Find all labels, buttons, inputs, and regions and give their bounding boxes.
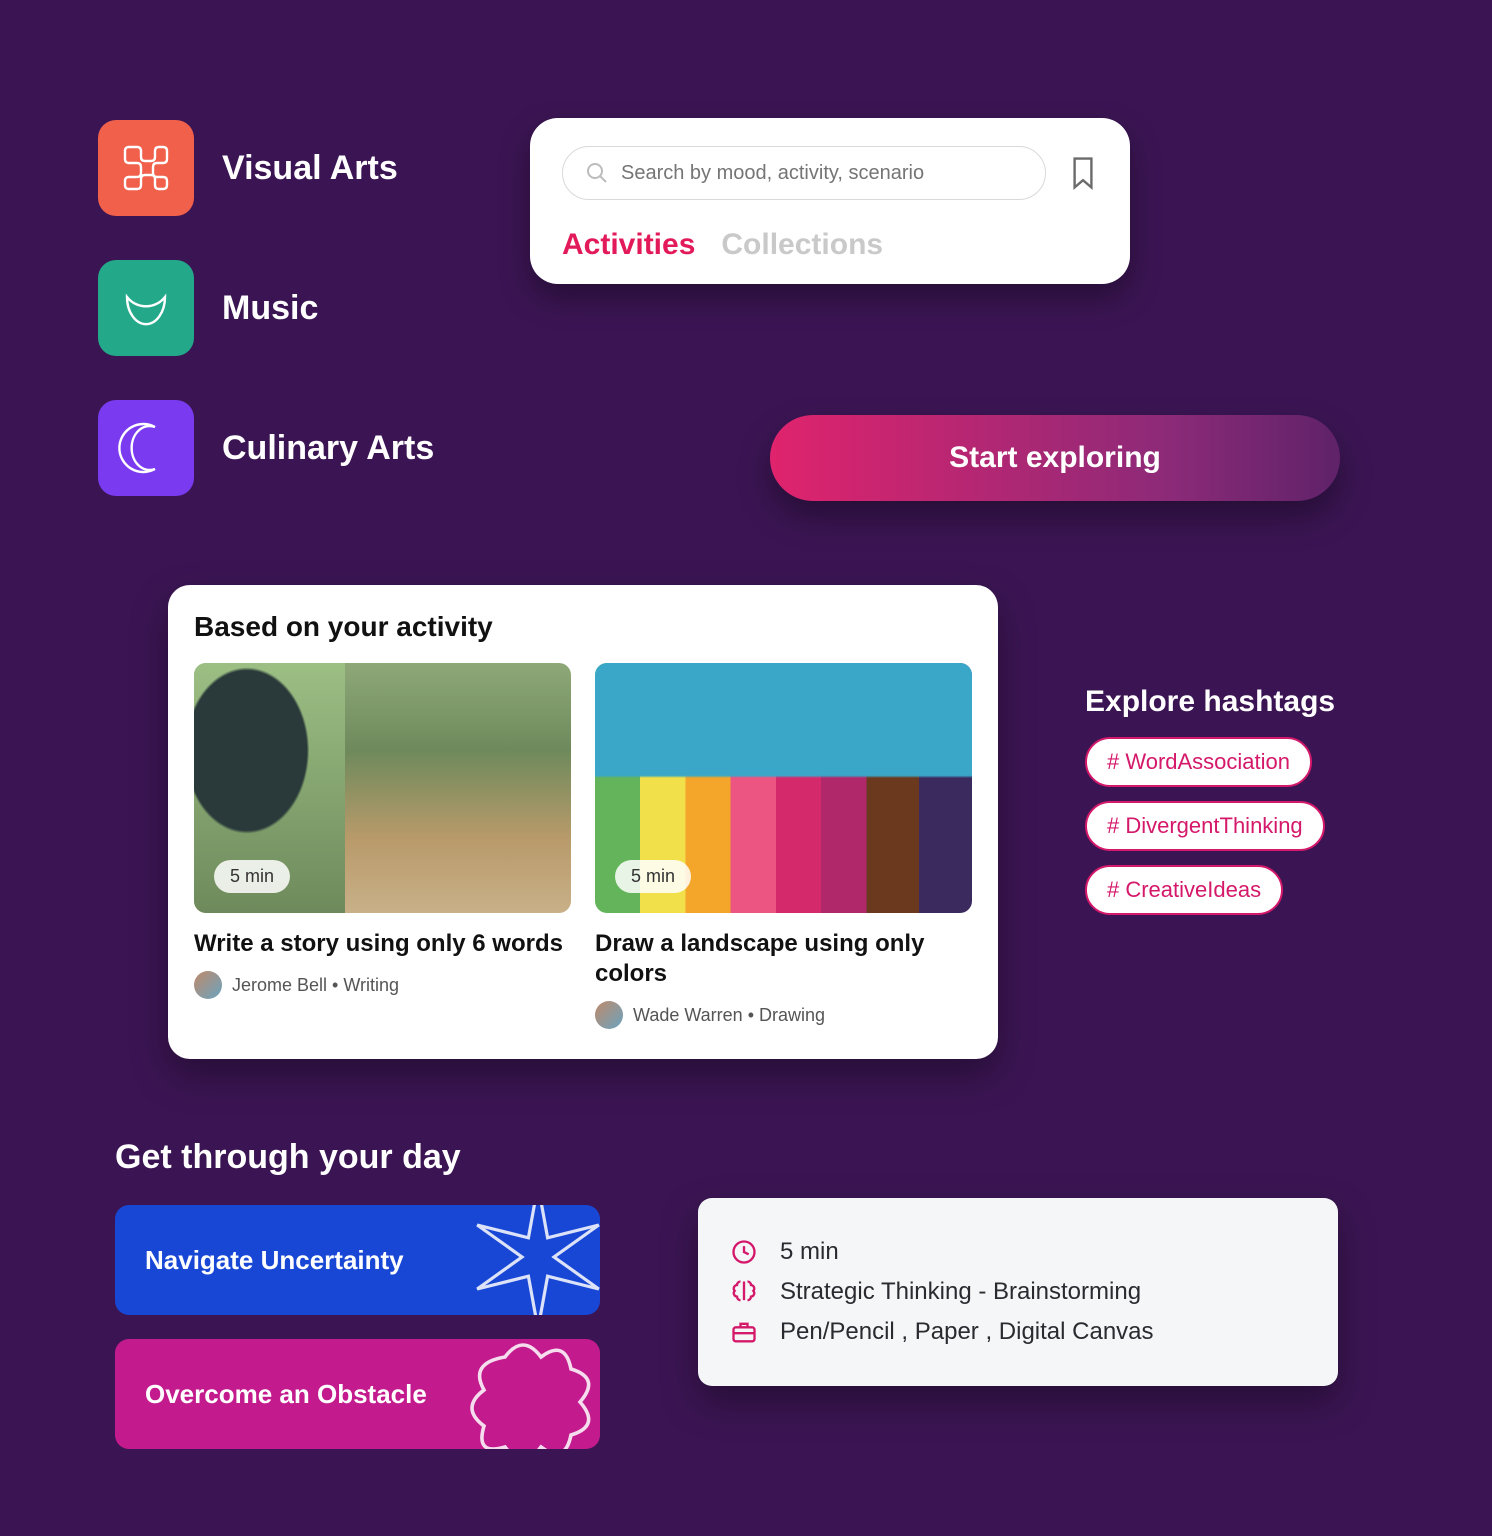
activity-author: Wade Warren • Drawing xyxy=(595,1001,972,1029)
category-culinary[interactable]: Culinary Arts xyxy=(98,400,434,496)
hashtags-section: Explore hashtags # WordAssociation # Div… xyxy=(1085,685,1405,929)
detail-text: Strategic Thinking - Brainstorming xyxy=(780,1278,1141,1306)
details-card: 5 min Strategic Thinking - Brainstorming… xyxy=(698,1198,1338,1386)
start-exploring-button[interactable]: Start exploring xyxy=(770,415,1340,501)
activity-thumbnail: 5 min xyxy=(595,663,972,913)
activity-card: Based on your activity 5 min Write a sto… xyxy=(168,585,998,1059)
category-label: Music xyxy=(222,289,318,328)
detail-text: 5 min xyxy=(780,1238,839,1266)
hashtag-wordassociation[interactable]: # WordAssociation xyxy=(1085,737,1312,787)
day-tile-overcome-obstacle[interactable]: Overcome an Obstacle xyxy=(115,1339,600,1449)
search-input[interactable] xyxy=(621,162,1023,185)
tab-activities[interactable]: Activities xyxy=(562,228,695,262)
day-tile-navigate-uncertainty[interactable]: Navigate Uncertainty xyxy=(115,1205,600,1315)
activity-thumbnail: 5 min xyxy=(194,663,571,913)
day-section: Get through your day Navigate Uncertaint… xyxy=(115,1138,600,1473)
detail-tools: Pen/Pencil , Paper , Digital Canvas xyxy=(730,1318,1306,1346)
avatar xyxy=(595,1001,623,1029)
detail-duration: 5 min xyxy=(730,1238,1306,1266)
day-tile-label: Navigate Uncertainty xyxy=(145,1245,404,1276)
activity-author: Jerome Bell • Writing xyxy=(194,971,571,999)
activity-item-title: Draw a landscape using only colors xyxy=(595,929,972,989)
hashtag-divergentthinking[interactable]: # DivergentThinking xyxy=(1085,801,1325,851)
visual-arts-icon xyxy=(98,120,194,216)
search-input-wrap[interactable] xyxy=(562,146,1046,200)
category-list: Visual Arts Music Culinary Arts xyxy=(98,120,434,540)
toolbox-icon xyxy=(730,1318,758,1346)
search-card: Activities Collections xyxy=(530,118,1130,284)
search-tabs: Activities Collections xyxy=(562,228,1098,262)
brain-icon xyxy=(730,1278,758,1306)
activity-item-1[interactable]: 5 min Write a story using only 6 words J… xyxy=(194,663,571,1029)
hashtags-heading: Explore hashtags xyxy=(1085,685,1405,719)
avatar xyxy=(194,971,222,999)
category-label: Visual Arts xyxy=(222,149,398,188)
detail-text: Pen/Pencil , Paper , Digital Canvas xyxy=(780,1318,1154,1346)
day-heading: Get through your day xyxy=(115,1138,600,1177)
hashtag-creativeideas[interactable]: # CreativeIdeas xyxy=(1085,865,1283,915)
activity-item-title: Write a story using only 6 words xyxy=(194,929,571,959)
music-icon xyxy=(98,260,194,356)
activity-heading: Based on your activity xyxy=(194,611,972,643)
day-tile-label: Overcome an Obstacle xyxy=(145,1379,427,1410)
clock-icon xyxy=(730,1238,758,1266)
bookmark-icon[interactable] xyxy=(1068,155,1098,191)
search-icon xyxy=(585,161,609,185)
detail-skill: Strategic Thinking - Brainstorming xyxy=(730,1278,1306,1306)
blob-icon xyxy=(460,1339,600,1449)
category-label: Culinary Arts xyxy=(222,429,434,468)
duration-pill: 5 min xyxy=(615,860,691,893)
star-icon xyxy=(458,1205,600,1315)
category-music[interactable]: Music xyxy=(98,260,434,356)
tab-collections[interactable]: Collections xyxy=(721,228,883,262)
duration-pill: 5 min xyxy=(214,860,290,893)
activity-item-2[interactable]: 5 min Draw a landscape using only colors… xyxy=(595,663,972,1029)
category-visual-arts[interactable]: Visual Arts xyxy=(98,120,434,216)
culinary-icon xyxy=(98,400,194,496)
